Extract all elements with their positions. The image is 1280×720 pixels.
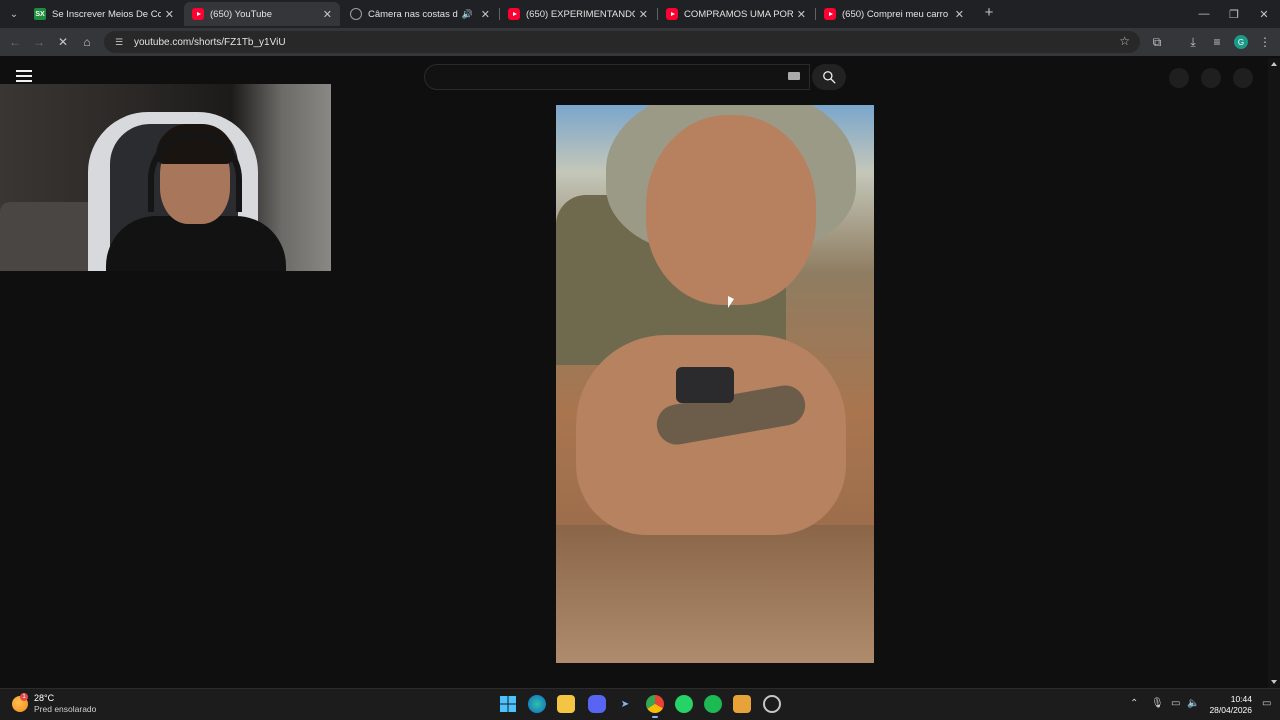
weather-desc: Pred ensolarado	[34, 704, 97, 714]
notifications-tray-icon[interactable]: ▭	[1262, 698, 1271, 709]
search-button[interactable]	[812, 64, 846, 90]
mini-camera	[676, 367, 734, 403]
sx-icon: SX	[34, 8, 46, 20]
tab-6[interactable]: (650) Comprei meu carro novo ✕	[816, 2, 972, 26]
whatsapp-icon[interactable]	[675, 695, 693, 713]
site-settings-icon[interactable]: ☰	[112, 35, 126, 49]
notification-badge: 1	[20, 693, 28, 701]
weather-temp: 28°C	[34, 693, 55, 703]
short-video-player[interactable]	[556, 105, 874, 663]
browser-toolbar: ← → ✕ ⌂ ☰ youtube.com/shorts/FZ1Tb_y1ViU…	[0, 28, 1280, 56]
extensions-icon[interactable]: ⧉	[1148, 33, 1166, 51]
system-clock[interactable]: 10:44 28/04/2026	[1204, 694, 1252, 716]
tab-4[interactable]: (650) EXPERIMENTANDO RECE ✕	[500, 2, 656, 26]
forward-icon[interactable]: →	[30, 33, 48, 51]
clock-date: 28/04/2026	[1209, 705, 1252, 715]
close-icon[interactable]: ✕	[481, 8, 490, 21]
tab-title: COMPRAMOS UMA PORSCHE	[684, 8, 793, 20]
scroll-up-icon[interactable]	[1271, 62, 1277, 66]
keyboard-icon[interactable]	[788, 72, 800, 80]
stop-loading-icon[interactable]: ✕	[54, 33, 72, 51]
download-icon[interactable]: ⤓	[1184, 33, 1202, 51]
tab-title: (650) Comprei meu carro novo	[842, 8, 951, 20]
tab-title: Câmera nas costas de um c	[368, 8, 458, 20]
tab-search-button[interactable]: ⌄	[2, 2, 26, 26]
tab-title: (650) YouTube	[210, 8, 272, 20]
tab-strip: ⌄ SX Se Inscrever Meios De Comunic ✕ (65…	[0, 0, 1280, 28]
close-window-button[interactable]: ✕	[1248, 0, 1280, 28]
sun-icon: 1	[12, 693, 28, 712]
search-icon	[823, 71, 836, 84]
account-avatar[interactable]	[1233, 68, 1253, 88]
chrome-icon[interactable]	[646, 695, 664, 718]
tab-1[interactable]: SX Se Inscrever Meios De Comunic ✕	[26, 2, 182, 26]
youtube-icon	[508, 8, 520, 20]
guide-menu-icon[interactable]	[16, 70, 32, 82]
scroll-down-icon[interactable]	[1271, 680, 1277, 684]
notifications-icon[interactable]	[1201, 68, 1221, 88]
close-icon[interactable]: ✕	[323, 8, 332, 21]
tray-overflow-icon[interactable]: ⌃	[1130, 698, 1138, 709]
home-icon[interactable]: ⌂	[78, 33, 96, 51]
speaker-icon[interactable]: 🔊	[462, 9, 473, 20]
tab-title: (650) EXPERIMENTANDO RECE	[526, 8, 635, 20]
network-icon[interactable]: ▭	[1171, 698, 1180, 709]
edge-icon[interactable]	[528, 695, 546, 713]
minimize-button[interactable]: —	[1188, 0, 1220, 28]
tab-2[interactable]: (650) YouTube ✕	[184, 2, 340, 26]
app-icon[interactable]	[733, 695, 751, 713]
page-scrollbar[interactable]	[1268, 58, 1280, 688]
chrome-alt-icon[interactable]	[763, 695, 781, 713]
windows-taskbar: 1 28°C Pred ensolarado ➤ ⌃ 🎙 ▭ 🔈 10:44 2…	[0, 688, 1280, 720]
weather-widget[interactable]: 1 28°C Pred ensolarado	[12, 693, 96, 715]
webcam-overlay	[0, 84, 331, 271]
volume-icon[interactable]: 🔈	[1187, 698, 1199, 709]
profile-avatar[interactable]: G	[1234, 35, 1248, 49]
address-bar[interactable]: ☰ youtube.com/shorts/FZ1Tb_y1ViU ☆	[104, 31, 1140, 53]
tab-5[interactable]: COMPRAMOS UMA PORSCHE ✕	[658, 2, 814, 26]
close-icon[interactable]: ✕	[797, 8, 806, 21]
close-icon[interactable]: ✕	[955, 8, 964, 21]
chevron-down-icon: ⌄	[9, 8, 19, 20]
youtube-icon	[666, 8, 678, 20]
spotify-icon[interactable]	[704, 695, 722, 713]
back-icon[interactable]: ←	[6, 33, 24, 51]
file-explorer-icon[interactable]	[557, 695, 575, 713]
tab-3[interactable]: Câmera nas costas de um c 🔊 ✕	[342, 2, 498, 26]
restore-button[interactable]: ❐	[1218, 0, 1250, 28]
youtube-page	[0, 56, 1280, 688]
steam-icon[interactable]: ➤	[616, 695, 634, 713]
new-tab-button[interactable]: +	[980, 4, 998, 22]
microphone-icon[interactable]: 🎙	[1151, 698, 1164, 709]
menu-icon[interactable]: ⋮	[1256, 33, 1274, 51]
youtube-icon	[824, 8, 836, 20]
mouse-cursor-icon	[728, 296, 734, 308]
windows-start-icon[interactable]	[499, 695, 517, 713]
bookmark-star-icon[interactable]: ☆	[1119, 34, 1130, 48]
discord-icon[interactable]	[588, 695, 606, 713]
media-controls-icon[interactable]: ≡	[1208, 33, 1226, 51]
close-icon[interactable]: ✕	[639, 8, 648, 21]
close-icon[interactable]: ✕	[165, 8, 174, 21]
search-input[interactable]	[424, 64, 810, 90]
create-icon[interactable]	[1169, 68, 1189, 88]
youtube-icon	[192, 8, 204, 20]
tab-title: Se Inscrever Meios De Comunic	[52, 8, 161, 20]
loading-icon	[350, 8, 362, 20]
clock-time: 10:44	[1230, 694, 1252, 704]
url-text[interactable]: youtube.com/shorts/FZ1Tb_y1ViU	[134, 37, 286, 48]
